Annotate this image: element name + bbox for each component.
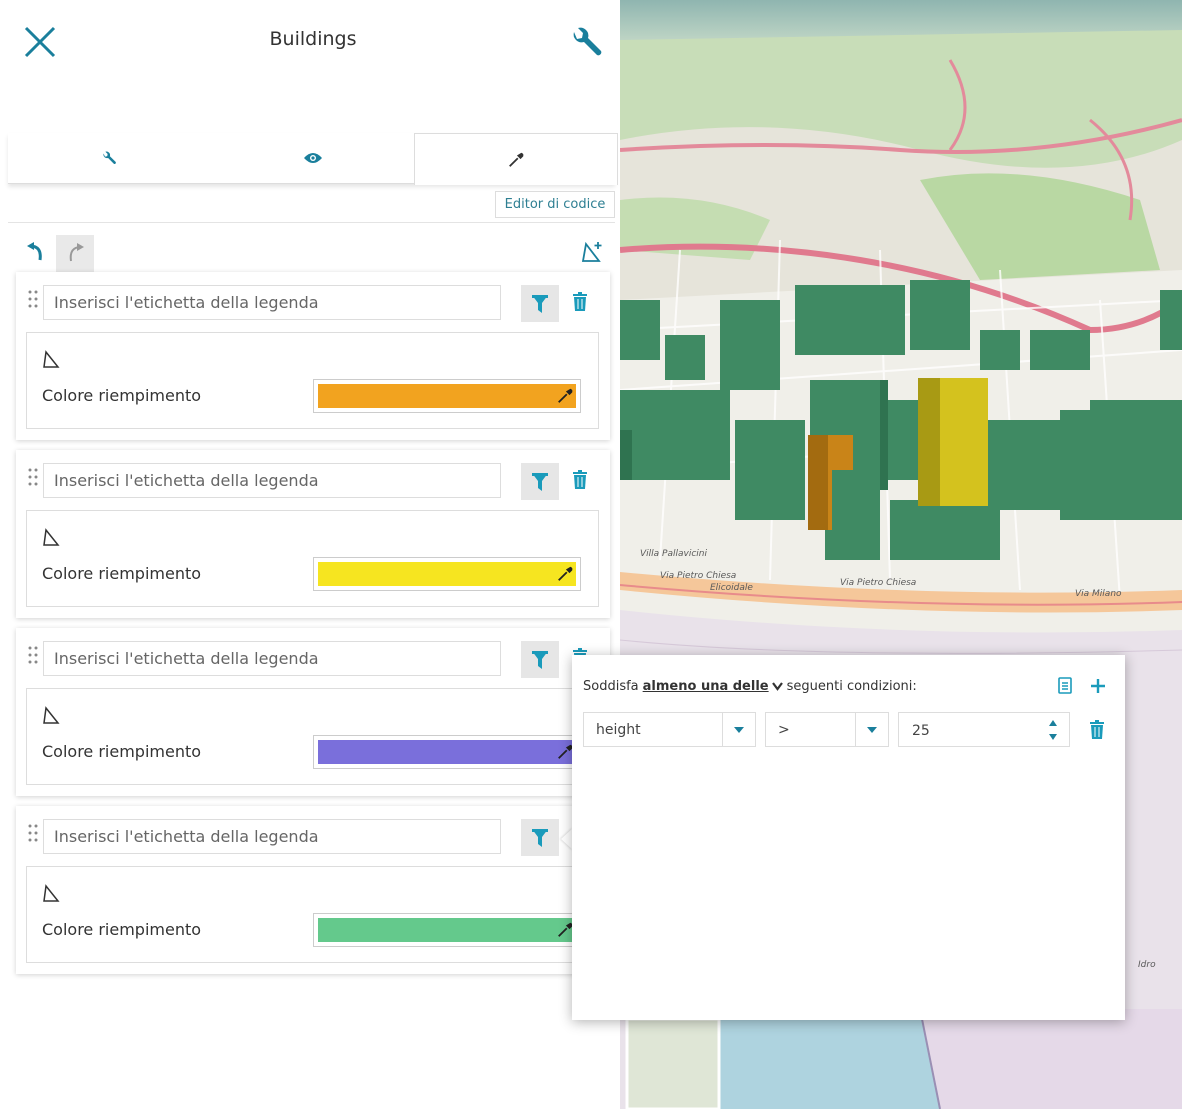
legend-label-input[interactable] <box>43 641 501 676</box>
tab-general[interactable] <box>8 133 210 183</box>
value-input[interactable]: 25 <box>898 712 1070 747</box>
trash-icon[interactable] <box>569 287 591 317</box>
code-editor-button[interactable]: Editor di codice <box>495 191 615 218</box>
drag-handle-icon[interactable] <box>28 822 38 844</box>
condition-suffix: seguenti condizioni: <box>786 679 917 694</box>
filter-button[interactable] <box>521 285 559 322</box>
style-rule: Colore riempimento <box>16 806 610 974</box>
trash-icon[interactable] <box>569 465 591 495</box>
eye-icon <box>304 153 322 163</box>
legend-label-input[interactable] <box>43 463 501 498</box>
tab-style[interactable] <box>414 133 618 185</box>
filter-button[interactable] <box>521 641 559 678</box>
symbolizer-panel: Colore riempimento <box>26 510 599 607</box>
street-label: Via Pietro Chiesa <box>660 571 736 581</box>
filter-icon <box>532 294 548 313</box>
style-rule: Colore riempimento <box>16 628 610 796</box>
symbolizer-panel: Colore riempimento <box>26 688 599 785</box>
tab-bar <box>8 133 618 185</box>
filter-button[interactable] <box>521 463 559 500</box>
street-label: Via Pietro Chiesa <box>840 578 916 588</box>
attribute-select[interactable]: height <box>583 712 756 747</box>
legend-label-input[interactable] <box>43 285 501 320</box>
polygon-icon <box>41 883 61 903</box>
fill-color-label: Colore riempimento <box>42 742 202 761</box>
polygon-icon <box>41 705 61 725</box>
fill-color-picker[interactable] <box>313 735 581 769</box>
tab-display[interactable] <box>212 133 414 183</box>
wrench-icon <box>103 151 116 164</box>
style-editor-panel: Buildings Editor di codice Inserisci l'e… <box>0 0 620 1109</box>
style-rule: Colore riempimento <box>16 450 610 618</box>
street-label: Idro <box>1138 960 1156 970</box>
condition-mode-label: almeno una delle <box>642 679 769 694</box>
add-rule-icon[interactable] <box>578 238 606 266</box>
condition-mode-dropdown[interactable]: almeno una delle <box>643 679 783 694</box>
undo-icon[interactable] <box>22 238 50 268</box>
page-title: Buildings <box>269 28 357 50</box>
filter-icon <box>532 472 548 491</box>
spinner-icon[interactable] <box>1047 716 1059 744</box>
attribute-value: height <box>596 722 641 738</box>
street-label: Villa Pallavicini <box>640 549 707 559</box>
legend-label-input[interactable] <box>43 819 501 854</box>
filter-icon <box>532 828 548 847</box>
add-condition-icon[interactable] <box>1087 675 1109 697</box>
eyedropper-icon <box>558 566 573 581</box>
list-icon[interactable] <box>1055 675 1075 697</box>
drag-handle-icon[interactable] <box>28 644 38 666</box>
drag-handle-icon[interactable] <box>28 288 38 310</box>
fill-color-picker[interactable] <box>313 913 581 947</box>
filter-button[interactable] <box>521 819 559 856</box>
trash-icon[interactable] <box>1089 720 1105 740</box>
style-rule: Colore riempimento <box>16 272 610 440</box>
symbolizer-panel: Colore riempimento <box>26 866 599 963</box>
chevron-down-icon <box>771 682 783 691</box>
value-text: 25 <box>912 723 930 739</box>
operator-select[interactable]: > <box>765 712 889 747</box>
fill-color-label: Colore riempimento <box>42 920 202 939</box>
symbolizer-panel: Colore riempimento <box>26 332 599 429</box>
operator-value: > <box>778 722 790 738</box>
fill-color-picker[interactable] <box>313 379 581 413</box>
eyedropper-icon <box>558 388 573 403</box>
caret-down-icon <box>867 726 877 733</box>
drag-handle-icon[interactable] <box>28 466 38 488</box>
filter-popup: Soddisfa almeno una delle seguenti condi… <box>572 655 1125 1020</box>
caret-down-icon <box>734 726 744 733</box>
wrench-icon[interactable] <box>566 22 606 62</box>
condition-header: Soddisfa almeno una delle seguenti condi… <box>583 679 917 694</box>
polygon-icon <box>41 527 61 547</box>
fill-color-label: Colore riempimento <box>42 564 202 583</box>
divider <box>8 222 615 223</box>
eyedropper-icon <box>509 152 524 167</box>
condition-prefix: Soddisfa <box>583 679 639 694</box>
street-label: Via Milano <box>1075 589 1122 599</box>
close-icon[interactable] <box>20 22 60 62</box>
fill-color-picker[interactable] <box>313 557 581 591</box>
polygon-icon <box>41 349 61 369</box>
filter-icon <box>532 650 548 669</box>
redo-icon[interactable] <box>56 235 94 273</box>
street-label: Elicoidale <box>710 583 753 593</box>
fill-color-label: Colore riempimento <box>42 386 202 405</box>
